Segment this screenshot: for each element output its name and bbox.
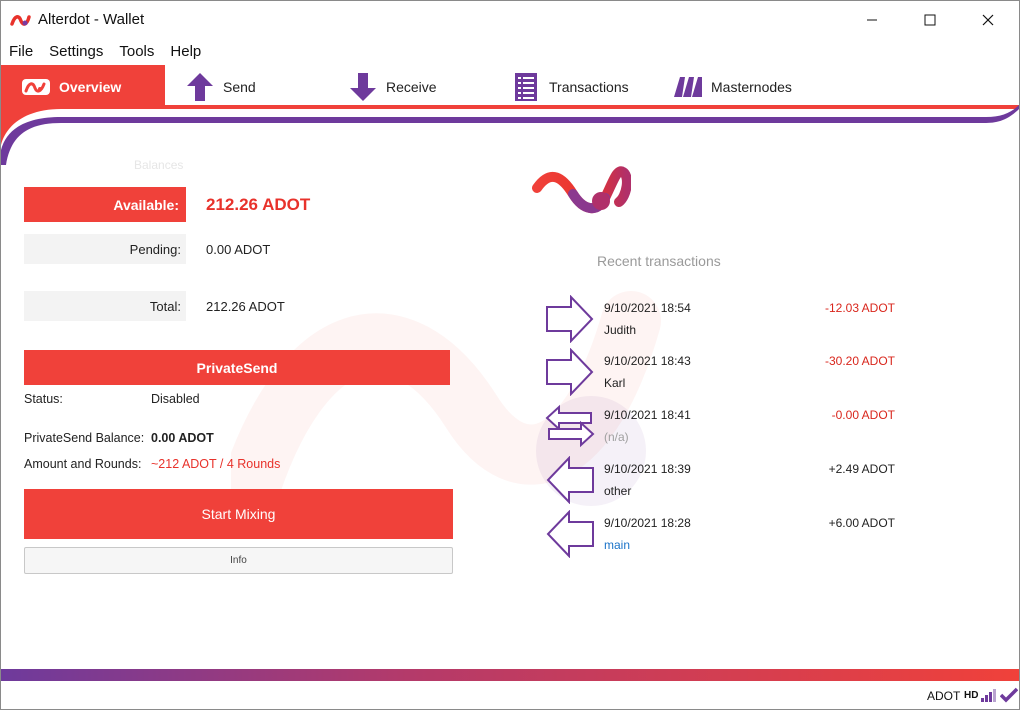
transaction-amount: +6.00 ADOT — [828, 516, 895, 530]
list-icon — [511, 72, 541, 102]
minimize-icon — [867, 19, 877, 21]
available-label: Available: — [24, 187, 186, 222]
minimize-button[interactable] — [843, 1, 901, 39]
network-signal-icon — [981, 689, 996, 702]
tab-overview-label: Overview — [59, 79, 122, 95]
amount-rounds-value: ~212 ADOT / 4 Rounds — [151, 457, 281, 471]
tab-overview[interactable]: Overview — [1, 65, 165, 109]
start-mixing-button[interactable]: Start Mixing — [24, 489, 453, 539]
transaction-date: 9/10/2021 18:39 — [604, 462, 691, 476]
total-label: Total: — [24, 291, 186, 321]
title-bar: Alterdot - Wallet — [1, 1, 1019, 39]
privatesend-balance-value: 0.00 ADOT — [151, 431, 214, 445]
window-title: Alterdot - Wallet — [38, 11, 145, 28]
wallet-window: Alterdot - Wallet File Settings Tools He… — [0, 0, 1020, 710]
tab-transactions-label: Transactions — [549, 79, 629, 95]
maximize-button[interactable] — [901, 1, 959, 39]
masternodes-icon — [673, 72, 703, 102]
close-button[interactable] — [959, 1, 1017, 39]
status-bar: ADOT HD — [1, 681, 1019, 709]
alterdot-logo — [532, 166, 631, 213]
transaction-date: 9/10/2021 18:43 — [604, 354, 691, 368]
available-value: 212.26 ADOT — [206, 195, 311, 214]
transaction-label: Judith — [604, 323, 637, 337]
total-value: 212.26 ADOT — [206, 299, 285, 314]
tab-send[interactable]: Send — [185, 65, 256, 109]
arrow-down-icon — [348, 72, 378, 102]
arrow-up-icon — [185, 72, 215, 102]
transaction-label: (n/a) — [604, 430, 629, 444]
tab-transactions[interactable]: Transactions — [511, 65, 629, 109]
alterdot-app-icon — [10, 15, 31, 26]
recent-transactions-title: Recent transactions — [597, 253, 721, 269]
transaction-row[interactable]: 9/10/2021 18:28 main +6.00 ADOT — [545, 510, 905, 560]
menu-bar: File Settings Tools Help — [1, 41, 209, 63]
menu-help[interactable]: Help — [162, 41, 209, 63]
menu-tools[interactable]: Tools — [111, 41, 162, 63]
menu-settings[interactable]: Settings — [41, 41, 111, 63]
payment-to-self-icon — [545, 404, 595, 448]
privatesend-balance-label: PrivateSend Balance: — [24, 431, 145, 445]
tab-send-label: Send — [223, 79, 256, 95]
close-icon — [982, 14, 994, 26]
privatesend-status-label: Status: — [24, 392, 63, 406]
send-arrow-icon — [546, 295, 594, 343]
pending-value: 0.00 ADOT — [206, 242, 271, 257]
receive-arrow-icon — [546, 456, 594, 504]
tab-masternodes[interactable]: Masternodes — [673, 65, 792, 109]
transaction-row[interactable]: 9/10/2021 18:43 Karl -30.20 ADOT — [545, 348, 905, 398]
transaction-amount: -0.00 ADOT — [831, 408, 895, 422]
transaction-label: main — [604, 538, 631, 552]
transaction-amount: -30.20 ADOT — [824, 354, 895, 368]
transaction-date: 9/10/2021 18:28 — [604, 516, 691, 530]
transaction-row[interactable]: 9/10/2021 18:39 other +2.49 ADOT — [545, 456, 905, 506]
transaction-date: 9/10/2021 18:41 — [604, 408, 691, 422]
privatesend-status-value: Disabled — [151, 392, 200, 406]
transaction-row[interactable]: 9/10/2021 18:54 Judith -12.03 ADOT — [545, 295, 905, 345]
transaction-amount: -12.03 ADOT — [824, 301, 895, 315]
send-arrow-icon — [546, 348, 594, 396]
tab-receive-label: Receive — [386, 79, 437, 95]
transaction-label: other — [604, 484, 632, 498]
receive-arrow-icon — [546, 510, 594, 558]
maximize-icon — [924, 14, 936, 26]
transaction-amount: +2.49 ADOT — [828, 462, 895, 476]
transaction-date: 9/10/2021 18:54 — [604, 301, 691, 315]
toolbar: Overview Send Receive Transactions Maste… — [1, 65, 1019, 109]
header-swoosh — [1, 105, 1019, 165]
tab-receive[interactable]: Receive — [348, 65, 437, 109]
synced-check-icon — [1000, 687, 1018, 703]
privatesend-header: PrivateSend — [24, 350, 450, 385]
unit-display[interactable]: ADOT — [927, 689, 960, 703]
footer-gradient-bar — [1, 669, 1019, 681]
balances-title: Balances — [134, 158, 184, 172]
alterdot-logo-icon — [21, 72, 51, 102]
pending-label: Pending: — [24, 234, 186, 264]
tab-masternodes-label: Masternodes — [711, 79, 792, 95]
transaction-row[interactable]: 9/10/2021 18:41 (n/a) -0.00 ADOT — [545, 402, 905, 452]
menu-file[interactable]: File — [1, 41, 41, 63]
info-button[interactable]: Info — [24, 547, 453, 574]
transaction-label: Karl — [604, 376, 626, 390]
amount-rounds-label: Amount and Rounds: — [24, 457, 142, 471]
hd-indicator: HD — [964, 690, 979, 701]
